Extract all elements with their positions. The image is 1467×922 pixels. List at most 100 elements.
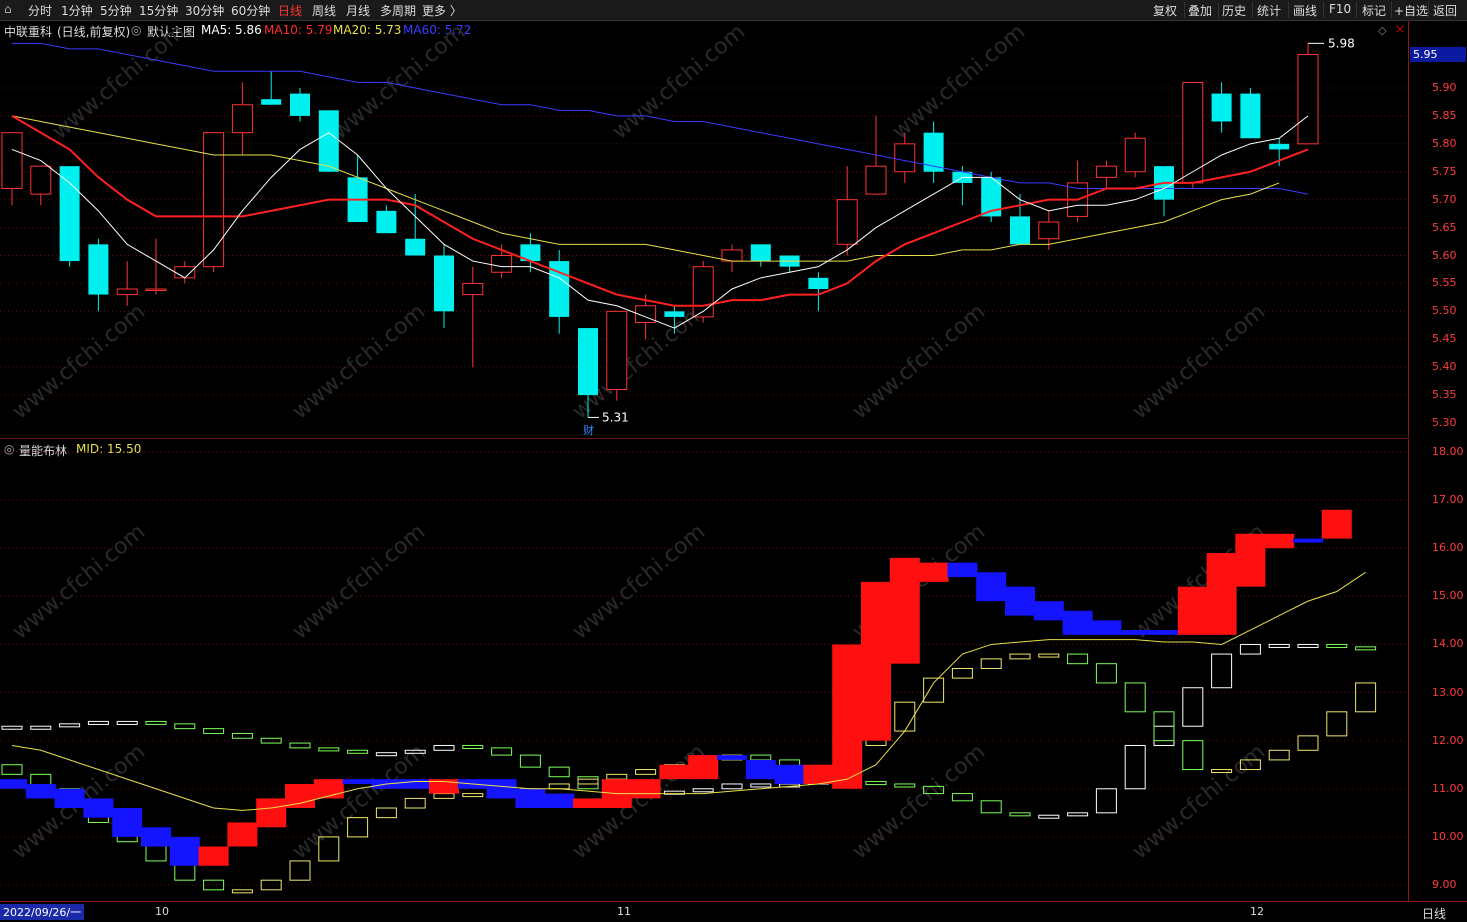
volume-energy-box — [400, 779, 431, 789]
price-tick-label: 5.35 — [1432, 388, 1457, 402]
upper-band-box — [1355, 646, 1377, 651]
volume-energy-box — [774, 764, 805, 784]
volume-energy-box — [1005, 586, 1035, 616]
lower-band-box — [1297, 735, 1319, 751]
volume-energy-box — [803, 764, 834, 784]
indicator-tick-label: 17.00 — [1432, 493, 1464, 507]
upper-band-box — [894, 783, 916, 788]
upper-band-box — [462, 744, 484, 749]
candle-body — [750, 244, 771, 262]
date-month-10: 10 — [155, 905, 169, 918]
lower-band-box — [1355, 682, 1377, 713]
candle-body — [203, 132, 225, 268]
volume-energy-box — [947, 562, 978, 578]
upper-band-box — [1326, 643, 1348, 648]
lower-band-box — [1182, 740, 1204, 771]
volume-energy-box — [227, 822, 258, 847]
volume-energy-box — [1321, 509, 1352, 539]
upper-band-box — [692, 788, 714, 793]
upper-band-box — [1211, 653, 1233, 689]
candle-body — [808, 277, 829, 289]
indicator-tick-label: 16.00 — [1432, 541, 1464, 555]
watermark: www.cfchi.com — [888, 19, 1030, 144]
back-button[interactable]: 返回 — [1433, 2, 1457, 19]
volume-energy-box — [342, 779, 373, 784]
volume-energy-box — [256, 798, 287, 828]
volume-energy-box — [745, 759, 776, 780]
candle-body — [894, 143, 916, 173]
upper-band-box — [375, 752, 397, 757]
candle-body — [434, 255, 454, 312]
volume-energy-box — [544, 793, 575, 809]
watermark: www.cfchi.com — [1128, 739, 1270, 864]
date-month-12: 12 — [1250, 905, 1264, 918]
upper-band-box — [1239, 643, 1261, 655]
watermark: www.cfchi.com — [328, 19, 470, 144]
volume-energy-box — [486, 779, 517, 799]
volume-energy-box — [169, 836, 200, 866]
candle-body — [405, 238, 426, 256]
volume-energy-box — [688, 755, 719, 780]
price-tick-label: 5.65 — [1432, 220, 1457, 234]
date-axis: 2022/09/26/一 10 11 12 日线 — [0, 901, 1467, 921]
upper-band-box — [1153, 725, 1175, 746]
watermark: www.cfchi.com — [8, 519, 150, 644]
volume-energy-box — [717, 755, 747, 760]
candle-body — [1297, 54, 1319, 145]
upper-band-box — [87, 720, 109, 725]
upper-band-box — [231, 732, 253, 739]
date-start: 2022/09/26/一 — [0, 904, 85, 920]
upper-band-box — [1038, 814, 1060, 819]
watermark: www.cfchi.com — [1128, 299, 1270, 424]
price-tick-label: 5.70 — [1432, 192, 1457, 206]
price-tick-label: 5.50 — [1432, 304, 1457, 318]
candle-body — [261, 99, 282, 105]
lower-band-box — [1268, 749, 1290, 761]
candle-body — [664, 311, 685, 317]
lower-band-box — [548, 783, 570, 790]
volume-energy-box — [832, 644, 863, 789]
volume-energy-box — [515, 788, 546, 809]
indicator-tick-label: 12.00 — [1432, 733, 1464, 747]
upper-band-box — [59, 723, 81, 728]
upper-band-box — [1067, 812, 1089, 817]
kline-chart[interactable]: www.cfchi.com www.cfchi.com www.cfchi.com w… — [0, 0, 1408, 901]
candle-body — [1269, 143, 1290, 150]
volume-energy-box — [1033, 601, 1064, 621]
volume-energy-box — [630, 779, 661, 799]
volume-energy-box — [54, 788, 85, 809]
upper-band-box — [1, 725, 23, 730]
lower-band-box — [433, 793, 455, 799]
date-month-11: 11 — [617, 905, 631, 918]
lower-band-box — [462, 793, 484, 798]
upper-band-box — [1297, 643, 1319, 648]
candle-body — [1240, 93, 1261, 139]
lower-band-box — [923, 677, 945, 703]
volume-energy-box — [112, 808, 143, 837]
price-tick-label: 5.85 — [1432, 108, 1457, 122]
candle-body — [578, 328, 598, 396]
indicator-tick-label: 14.00 — [1432, 637, 1464, 651]
volume-energy-box — [1091, 620, 1122, 635]
low-price-annotation: 5.31 — [602, 410, 629, 424]
volume-energy-box — [25, 783, 56, 799]
lower-band-box — [404, 797, 426, 809]
upper-band-box — [1268, 643, 1290, 648]
candle-body — [145, 288, 167, 291]
volume-energy-box — [198, 846, 229, 866]
candle-body — [692, 266, 714, 318]
candle-body — [174, 266, 196, 279]
upper-band-box — [289, 742, 311, 749]
lower-band-box — [1009, 653, 1031, 660]
price-tick-label: 5.80 — [1432, 136, 1457, 150]
upper-band-box — [721, 783, 743, 790]
candle-body — [231, 104, 253, 134]
lower-band-box — [1038, 653, 1060, 658]
volume-energy-box — [1120, 630, 1151, 635]
lower-band-box — [1124, 682, 1146, 713]
lower-band-box — [1326, 711, 1348, 737]
upper-band-box — [980, 800, 1002, 814]
upper-band-box — [145, 720, 167, 725]
volume-energy-box — [1293, 538, 1323, 543]
upper-band-box — [519, 754, 541, 768]
